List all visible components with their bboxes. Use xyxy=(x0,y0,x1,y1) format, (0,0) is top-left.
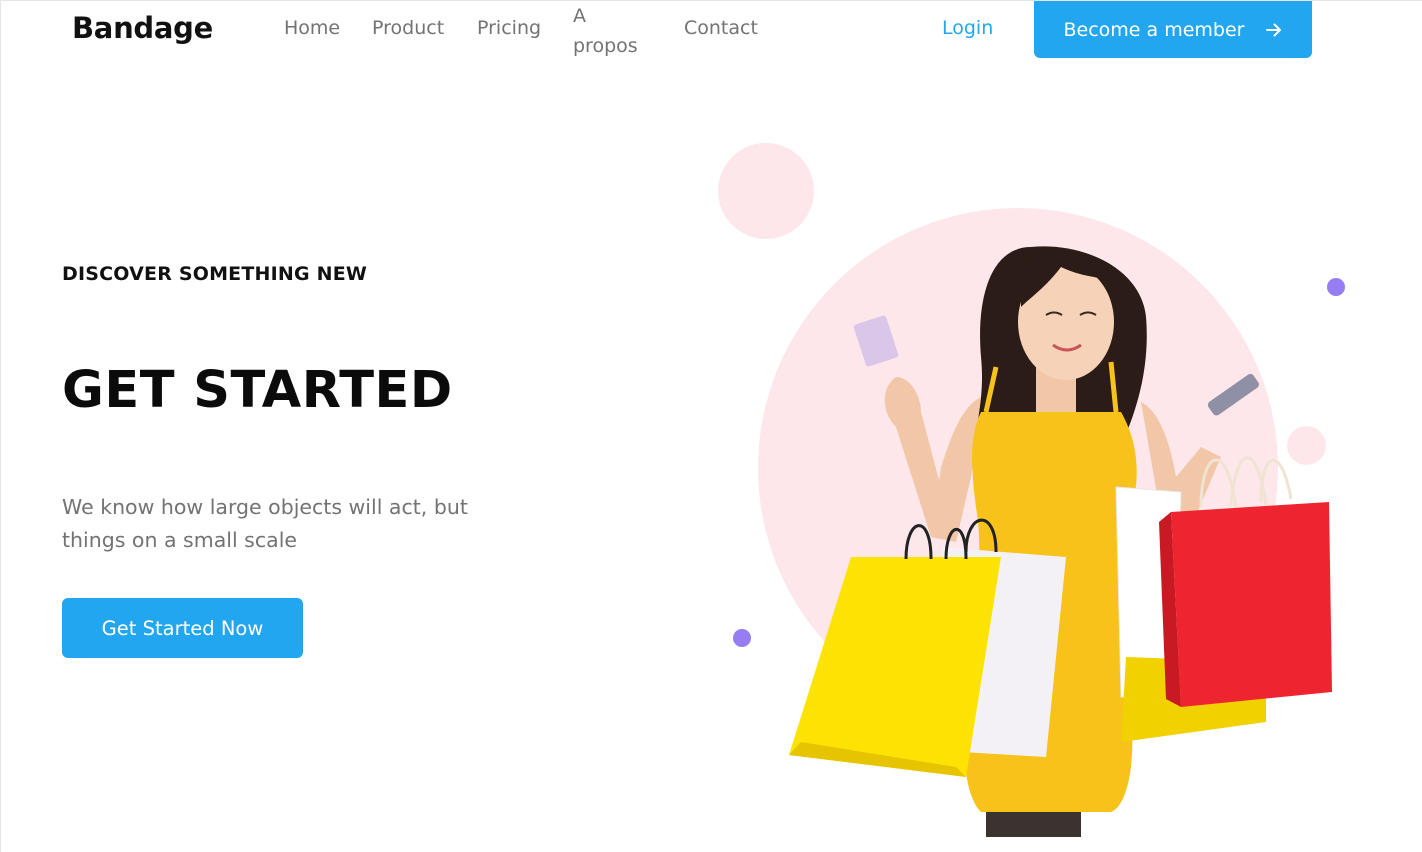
arrow-right-icon xyxy=(1266,23,1282,36)
nav-contact-link[interactable]: Contact xyxy=(684,15,758,41)
brand-logo[interactable]: Bandage xyxy=(72,11,213,45)
nav-pricing-link[interactable]: Pricing xyxy=(477,15,541,41)
login-link[interactable]: Login xyxy=(942,15,993,41)
nav-apropos-link[interactable]: A propos xyxy=(573,1,653,61)
hero-eyebrow: DISCOVER SOMETHING NEW xyxy=(62,263,368,285)
get-started-button[interactable]: Get Started Now xyxy=(62,598,303,658)
nav-product-link[interactable]: Product xyxy=(372,15,444,41)
nav-home-link[interactable]: Home xyxy=(284,15,340,41)
decor-circle-pink xyxy=(718,143,814,239)
hero-title: GET STARTED xyxy=(62,361,453,420)
hero-image-shopping-woman xyxy=(789,246,1332,837)
hero-description: We know how large objects will act, but … xyxy=(62,495,468,552)
become-member-button[interactable]: Become a member xyxy=(1034,1,1312,58)
become-member-label: Become a member xyxy=(1063,18,1245,41)
decor-dot-purple xyxy=(733,629,751,647)
